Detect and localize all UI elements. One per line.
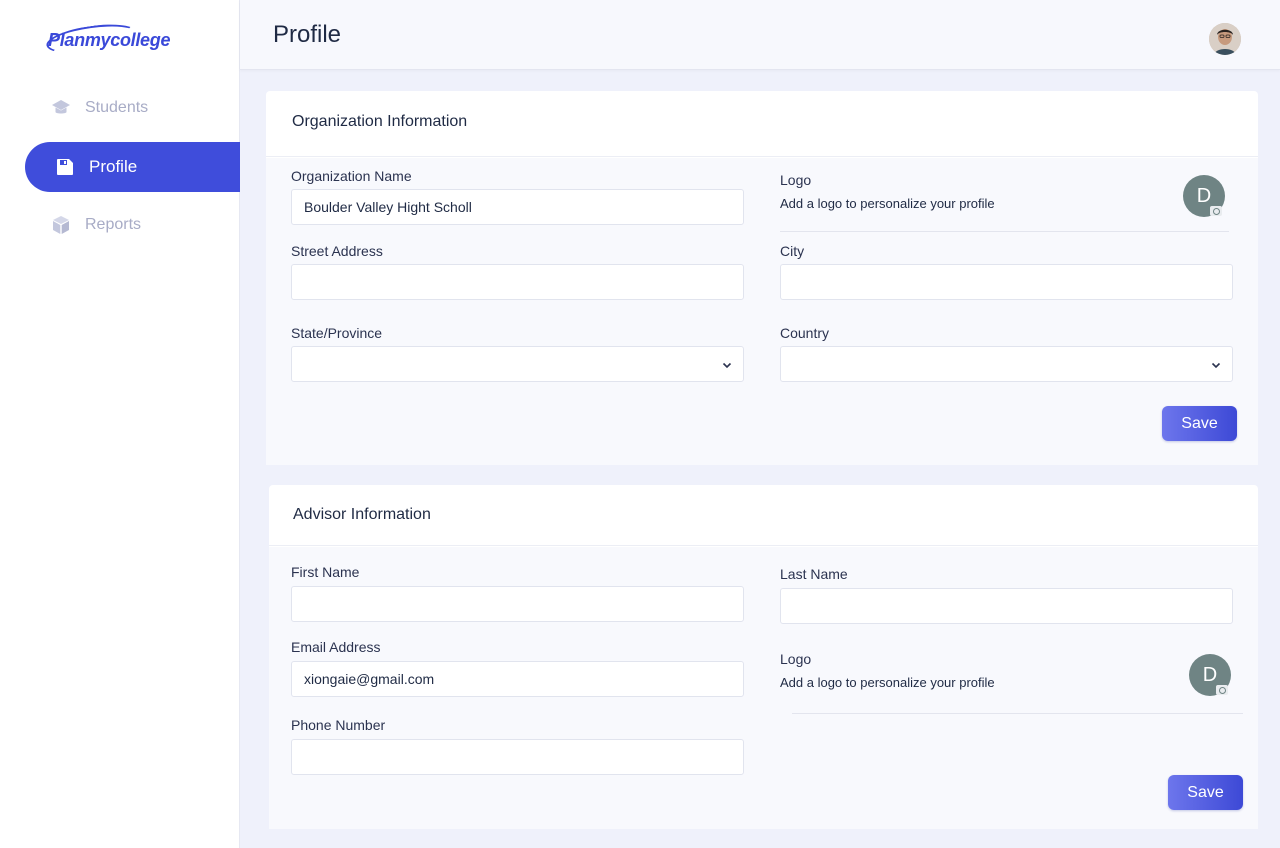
country-select[interactable] xyxy=(780,346,1233,382)
organization-card-body: Organization Name Boulder Valley Hight S… xyxy=(266,158,1258,465)
chevron-down-icon xyxy=(722,362,732,369)
brand-name: Planmycollege xyxy=(48,29,171,50)
advisor-title: Advisor Information xyxy=(293,506,431,523)
sidebar: Planmycollege Students Profile Reports xyxy=(0,0,240,848)
last-name-label: Last Name xyxy=(780,566,848,582)
organization-logo-hint: Add a logo to personalize your profile xyxy=(780,196,995,211)
sidebar-item-students[interactable]: Students xyxy=(25,83,240,133)
logo-divider xyxy=(792,713,1243,714)
camera-icon xyxy=(1210,206,1222,216)
advisor-logo-hint: Add a logo to personalize your profile xyxy=(780,675,995,690)
city-input[interactable] xyxy=(780,264,1233,300)
country-label: Country xyxy=(780,325,830,341)
camera-icon xyxy=(1216,685,1228,695)
logo-initial: D xyxy=(1196,184,1212,207)
graduation-cap-icon xyxy=(51,98,71,118)
user-avatar[interactable] xyxy=(1209,23,1241,55)
advisor-card-header: Advisor Information xyxy=(269,485,1258,546)
chevron-down-icon xyxy=(1211,362,1221,369)
organization-name-input[interactable]: Boulder Valley Hight Scholl xyxy=(291,189,744,225)
sidebar-item-profile[interactable]: Profile xyxy=(25,142,240,192)
state-province-label: State/Province xyxy=(291,325,383,341)
phone-number-input[interactable] xyxy=(291,739,744,775)
page-title: Profile xyxy=(273,21,342,48)
street-address-input[interactable] xyxy=(291,264,744,300)
street-address-label: Street Address xyxy=(291,243,383,259)
advisor-card-body: First Name Last Name Email Address xiong… xyxy=(269,547,1258,829)
logo-divider xyxy=(780,231,1229,232)
logo-initial: D xyxy=(1202,663,1218,686)
brand-logo[interactable]: Planmycollege xyxy=(44,19,171,59)
advisor-save-button[interactable]: Save xyxy=(1168,775,1243,810)
first-name-label: First Name xyxy=(291,564,360,580)
city-label: City xyxy=(780,243,805,259)
first-name-input[interactable] xyxy=(291,586,744,622)
sidebar-item-label: Students xyxy=(85,99,149,116)
organization-name-label: Organization Name xyxy=(291,168,412,184)
save-icon xyxy=(55,157,75,177)
last-name-input[interactable] xyxy=(780,588,1233,624)
sidebar-item-label: Profile xyxy=(89,157,138,176)
state-province-select[interactable] xyxy=(291,346,744,382)
email-address-label: Email Address xyxy=(291,639,381,655)
organization-logo-label: Logo xyxy=(780,172,812,188)
organization-card: Organization Information Organization Na… xyxy=(266,91,1258,465)
advisor-logo-upload[interactable]: D xyxy=(1189,654,1231,696)
organization-logo-upload[interactable]: D xyxy=(1183,175,1225,217)
advisor-logo-label: Logo xyxy=(780,651,812,667)
phone-number-label: Phone Number xyxy=(291,717,386,733)
organization-card-header: Organization Information xyxy=(266,91,1258,157)
organization-title: Organization Information xyxy=(292,113,468,130)
box-icon xyxy=(51,215,71,235)
advisor-card: Advisor Information First Name Last Name… xyxy=(269,485,1258,829)
email-address-input[interactable]: xiongaie@gmail.com xyxy=(291,661,744,697)
sidebar-item-label: Reports xyxy=(85,216,142,233)
organization-save-button[interactable]: Save xyxy=(1162,406,1237,441)
sidebar-item-reports[interactable]: Reports xyxy=(25,200,240,250)
top-header: Profile xyxy=(240,0,1280,70)
